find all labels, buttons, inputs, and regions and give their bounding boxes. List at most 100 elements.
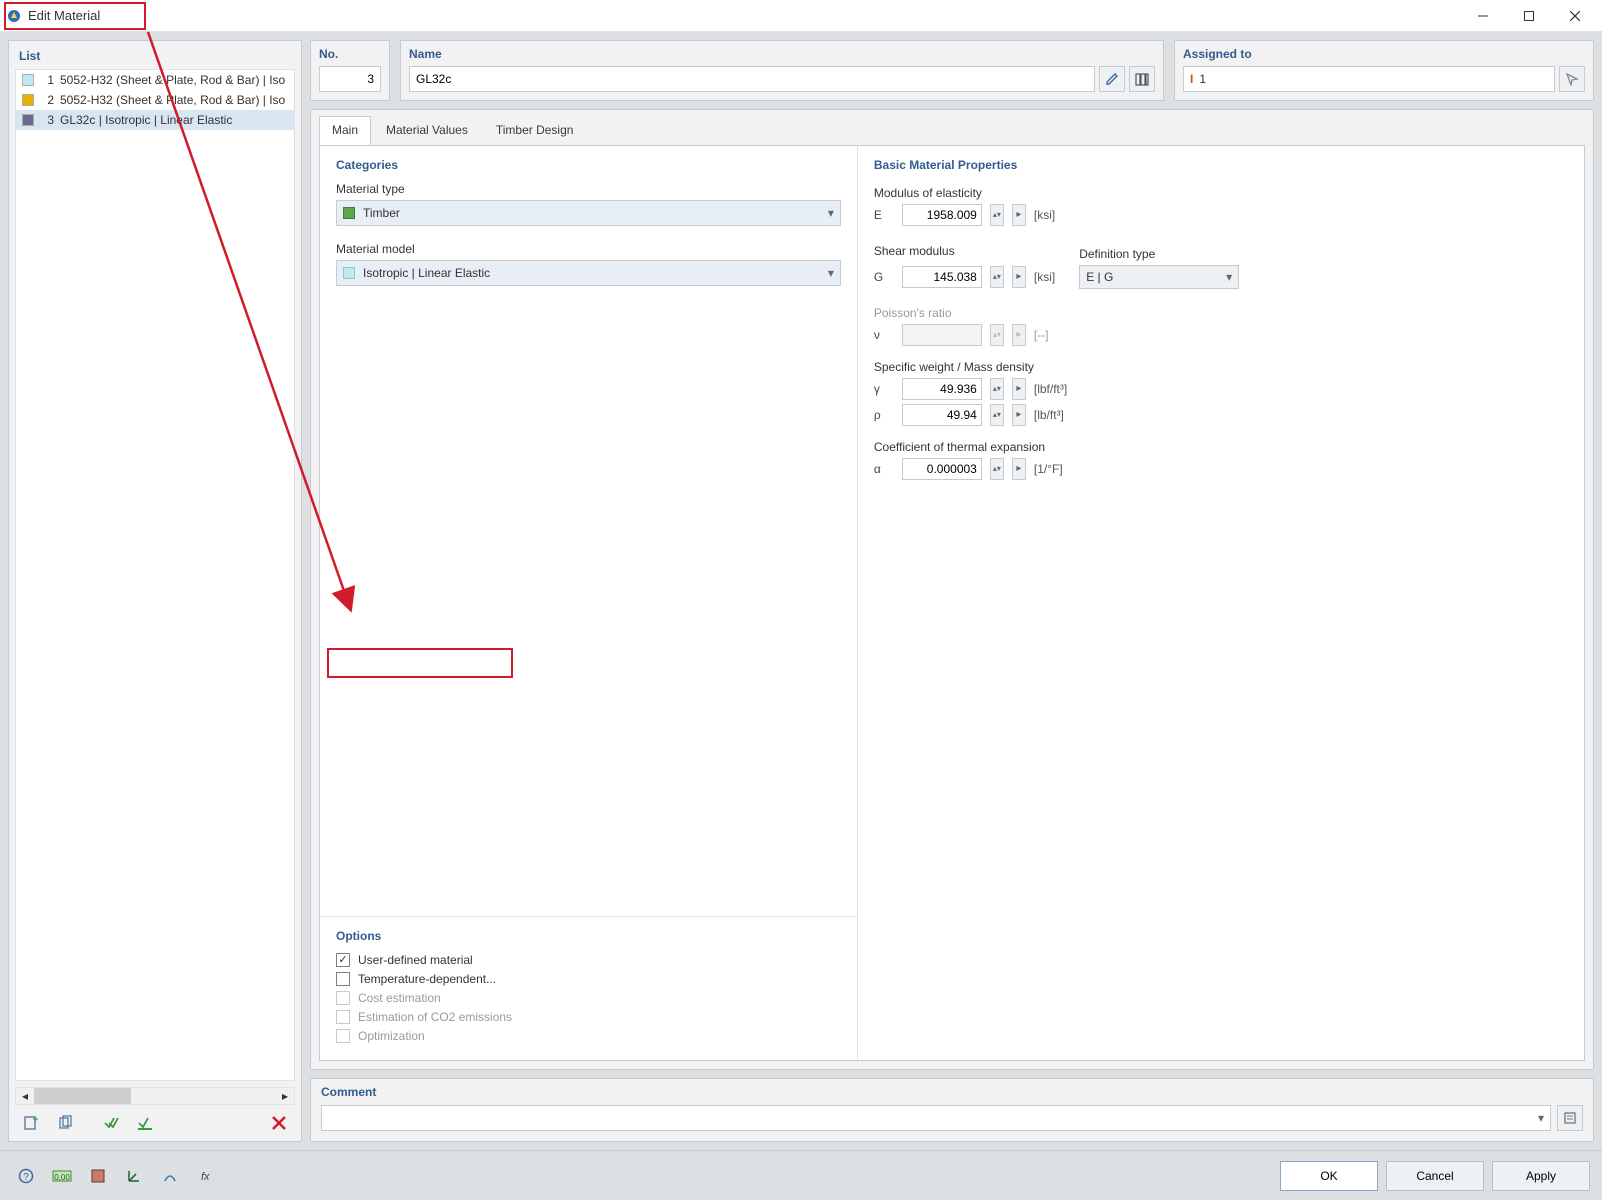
material-model-label: Material model [336,242,841,256]
categories-title: Categories [336,158,841,172]
assigned-field: Assigned to I 1 [1174,40,1594,101]
library-icon[interactable] [1129,66,1155,92]
list-toolbar [9,1105,301,1141]
chevron-down-icon: ▾ [1226,270,1232,284]
spinner-icon[interactable]: ▴▾ [990,266,1004,288]
check-button[interactable] [97,1110,125,1136]
delete-button[interactable] [265,1110,293,1136]
poisson-label: Poisson's ratio [874,306,1568,320]
option-temperature-dependent[interactable]: Temperature-dependent... [336,972,841,986]
edit-name-icon[interactable] [1099,66,1125,92]
option-optimization: Optimization [336,1029,841,1043]
nu-input [902,324,982,346]
scroll-right-icon[interactable]: ▸ [276,1088,294,1104]
e-input[interactable] [902,204,982,226]
next-icon[interactable]: ▸ [1012,378,1026,400]
properties-title: Basic Material Properties [874,158,1568,172]
swatch-icon [343,207,355,219]
tab-main[interactable]: Main [319,116,371,145]
next-icon[interactable]: ▸ [1012,204,1026,226]
comment-edit-icon[interactable] [1557,1105,1583,1131]
window-title: Edit Material [28,8,100,23]
list-item[interactable]: 2 5052-H32 (Sheet & Plate, Rod & Bar) | … [16,90,294,110]
apply-button[interactable]: Apply [1492,1161,1590,1191]
option-user-defined[interactable]: User-defined material [336,953,841,967]
dialog-footer: ? 0,00 fx OK Cancel Apply [0,1150,1602,1200]
options-title: Options [336,929,841,943]
spinner-icon[interactable]: ▴▾ [990,458,1004,480]
name-field: Name [400,40,1164,101]
modulus-label: Modulus of elasticity [874,186,1568,200]
thermal-label: Coefficient of thermal expansion [874,440,1568,454]
comment-label: Comment [321,1085,1583,1099]
next-icon: ▸ [1012,324,1026,346]
checkbox-icon [336,1029,350,1043]
chevron-down-icon: ▾ [828,266,834,280]
checkbox-icon[interactable] [336,972,350,986]
next-icon[interactable]: ▸ [1012,458,1026,480]
tool-button-1[interactable] [156,1163,184,1189]
list-panel: List 1 5052-H32 (Sheet & Plate, Rod & Ba… [8,40,302,1142]
svg-text:?: ? [23,1172,29,1183]
scroll-left-icon[interactable]: ◂ [16,1088,34,1104]
swatch-icon [343,267,355,279]
tool-button-2[interactable]: fx [192,1163,220,1189]
coord-button[interactable] [120,1163,148,1189]
definition-type-label: Definition type [1079,247,1239,261]
tab-timber-design[interactable]: Timber Design [483,116,587,145]
svg-text:0,00: 0,00 [54,1173,70,1182]
help-button[interactable]: ? [12,1163,40,1189]
next-icon[interactable]: ▸ [1012,266,1026,288]
maximize-button[interactable] [1506,0,1552,32]
minimize-button[interactable] [1460,0,1506,32]
pick-assigned-icon[interactable] [1559,66,1585,92]
rho-input[interactable] [902,404,982,426]
svg-text:fx: fx [201,1171,210,1183]
close-button[interactable] [1552,0,1598,32]
checkbox-icon [336,1010,350,1024]
swatch-icon [22,74,34,86]
ok-button[interactable]: OK [1280,1161,1378,1191]
chevron-down-icon: ▾ [1538,1111,1544,1125]
tab-material-values[interactable]: Material Values [373,116,481,145]
checkbox-icon [336,991,350,1005]
material-model-select[interactable]: Isotropic | Linear Elastic ▾ [336,260,841,286]
no-input[interactable] [319,66,381,92]
checkbox-icon[interactable] [336,953,350,967]
new-item-button[interactable] [17,1110,45,1136]
color-button[interactable] [84,1163,112,1189]
list-header: List [9,41,301,69]
cancel-button[interactable]: Cancel [1386,1161,1484,1191]
copy-item-button[interactable] [51,1110,79,1136]
gamma-input[interactable] [902,378,982,400]
material-type-label: Material type [336,182,841,196]
next-icon[interactable]: ▸ [1012,404,1026,426]
no-field: No. [310,40,390,101]
material-type-select[interactable]: Timber ▾ [336,200,841,226]
spinner-icon[interactable]: ▴▾ [990,404,1004,426]
weight-label: Specific weight / Mass density [874,360,1568,374]
option-co2-emissions: Estimation of CO2 emissions [336,1010,841,1024]
option-cost-estimation: Cost estimation [336,991,841,1005]
spinner-icon: ▴▾ [990,324,1004,346]
list-item[interactable]: 1 5052-H32 (Sheet & Plate, Rod & Bar) | … [16,70,294,90]
assigned-input[interactable]: I 1 [1183,66,1555,92]
horizontal-scrollbar[interactable]: ◂ ▸ [15,1087,295,1105]
app-icon [6,8,22,24]
name-input[interactable] [409,66,1095,92]
list-item[interactable]: 3 GL32c | Isotropic | Linear Elastic [16,110,294,130]
swatch-icon [22,114,34,126]
spinner-icon[interactable]: ▴▾ [990,378,1004,400]
beam-icon: I [1190,72,1193,86]
spinner-icon[interactable]: ▴▾ [990,204,1004,226]
tab-strip: Main Material Values Timber Design [311,110,1593,145]
check-all-button[interactable] [131,1110,159,1136]
comment-panel: Comment ▾ [310,1078,1594,1142]
material-list[interactable]: 1 5052-H32 (Sheet & Plate, Rod & Bar) | … [15,69,295,1081]
comment-input[interactable]: ▾ [321,1105,1551,1131]
definition-type-select[interactable]: E | G ▾ [1079,265,1239,289]
title-bar: Edit Material [0,0,1602,32]
units-button[interactable]: 0,00 [48,1163,76,1189]
g-input[interactable] [902,266,982,288]
alpha-input[interactable] [902,458,982,480]
